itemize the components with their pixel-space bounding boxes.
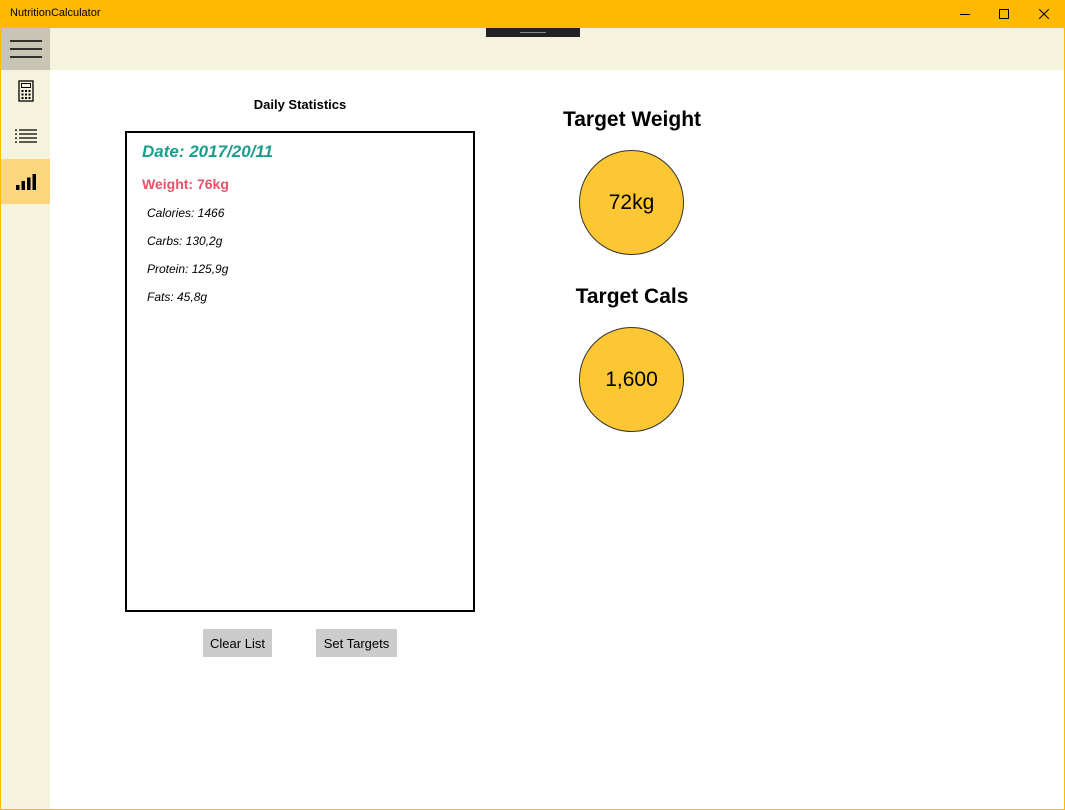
- calculator-icon: [17, 80, 34, 102]
- calories-label: Calories: 1466: [147, 206, 225, 220]
- target-cals-circle: 1,600: [579, 327, 684, 432]
- set-targets-button[interactable]: Set Targets: [316, 629, 397, 657]
- weight-label: Weight: 76kg: [142, 176, 229, 192]
- daily-statistics-heading: Daily Statistics: [253, 97, 347, 112]
- daily-statistics-list[interactable]: Date: 2017/20/11 Weight: 76kg Calories: …: [125, 131, 475, 612]
- fats-label: Fats: 45,8g: [147, 290, 208, 304]
- date-label: Date: 2017/20/11: [142, 142, 274, 161]
- close-button[interactable]: [1021, 0, 1065, 28]
- clear-list-button[interactable]: Clear List: [203, 629, 272, 657]
- minimize-icon: [960, 14, 970, 15]
- target-weight-circle: 72kg: [579, 150, 684, 255]
- protein-label: Protein: 125,9g: [147, 262, 229, 276]
- sidebar-item-calculator[interactable]: [1, 70, 50, 112]
- sidebar: [1, 28, 50, 809]
- sidebar-item-statistics[interactable]: [1, 159, 50, 204]
- list-icon: [14, 129, 37, 143]
- sidebar-item-list[interactable]: [1, 115, 50, 157]
- target-cals-label: Target Cals: [575, 285, 689, 308]
- hamburger-menu-icon: [9, 40, 42, 58]
- window-title: NutritionCalculator: [10, 7, 101, 19]
- bar-chart-icon: [15, 173, 36, 190]
- maximize-icon: [999, 9, 1009, 19]
- title-bar: NutritionCalculator: [0, 0, 1065, 28]
- close-icon: [1039, 9, 1049, 19]
- carbs-label: Carbs: 130,2g: [147, 234, 223, 248]
- hamburger-menu-button[interactable]: [1, 28, 50, 70]
- drag-handle[interactable]: [486, 28, 580, 37]
- target-weight-label: Target Weight: [562, 108, 702, 131]
